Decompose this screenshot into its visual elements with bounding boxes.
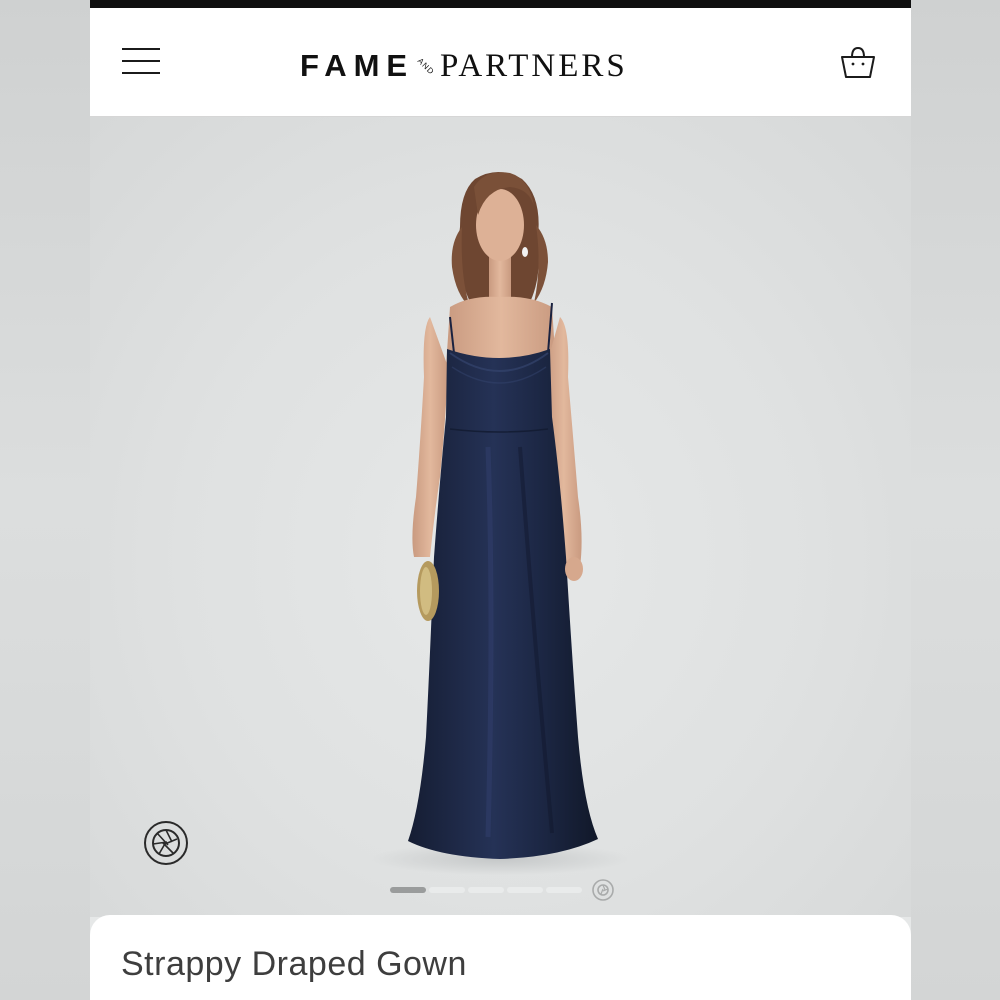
camera-aperture-360-icon (144, 821, 188, 865)
brand-logo[interactable]: FAME AND PARTNERS (300, 46, 700, 86)
menu-button[interactable] (122, 45, 162, 77)
product-photo (370, 172, 630, 875)
status-bar (90, 0, 911, 8)
brand-name-primary: FAME (300, 48, 415, 83)
gallery-pager (390, 877, 620, 903)
backdrop-left (0, 0, 90, 1000)
cart-button[interactable] (838, 44, 878, 84)
360-view-icon[interactable] (591, 878, 615, 902)
product-title: Strappy Draped Gown (121, 945, 467, 983)
brand-name-secondary: PARTNERS (440, 47, 628, 84)
pager-dot-1[interactable] (390, 887, 426, 893)
brand-connector: AND (415, 55, 437, 77)
backdrop-right (911, 0, 1000, 1000)
hamburger-menu-icon (122, 48, 160, 50)
mobile-screen: FAME AND PARTNERS Strappy Draped Gown (90, 0, 911, 1000)
pager-dot-5[interactable] (546, 887, 582, 893)
product-info-card: Strappy Draped Gown (90, 915, 911, 1000)
pager-dot-2[interactable] (429, 887, 465, 893)
site-header: FAME AND PARTNERS (90, 8, 911, 117)
view-360-button[interactable] (143, 820, 189, 866)
product-image-gallery[interactable] (90, 117, 911, 917)
clutch-bag (417, 561, 439, 621)
pager-dot-4[interactable] (507, 887, 543, 893)
pager-dot-3[interactable] (468, 887, 504, 893)
shopping-bag-icon (841, 46, 875, 78)
